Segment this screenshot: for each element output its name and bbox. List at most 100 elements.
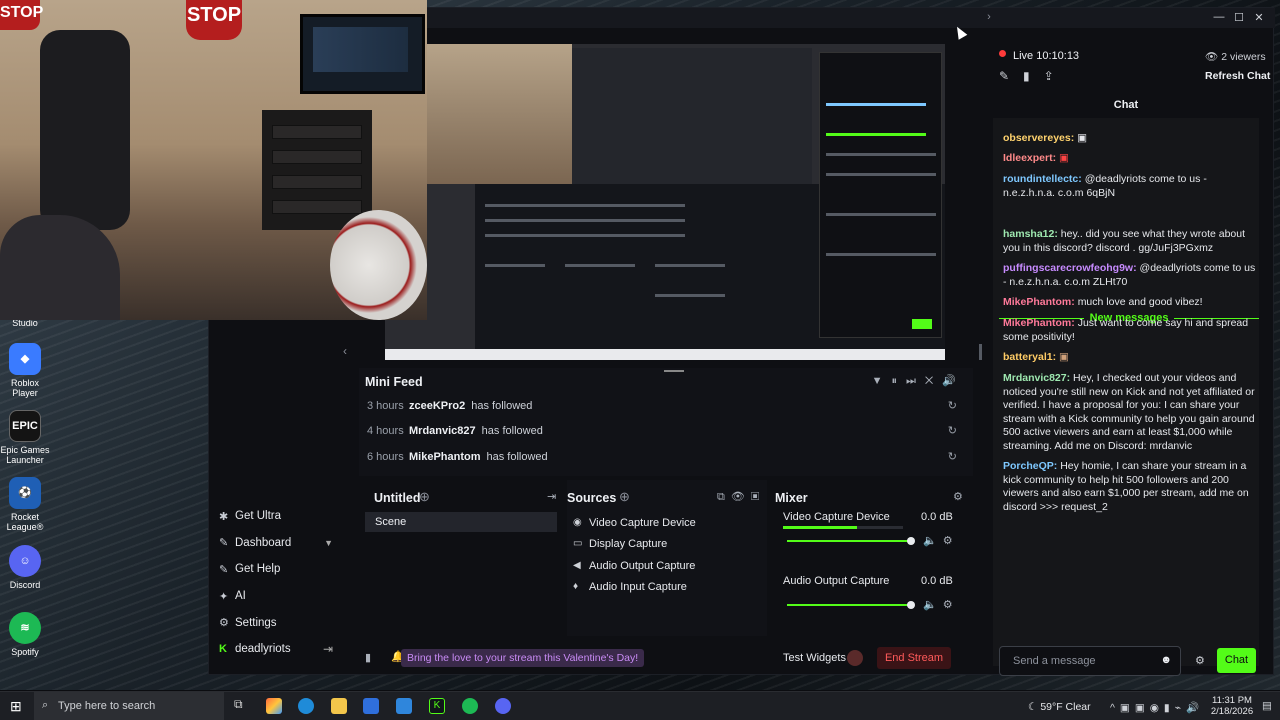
kick-studio-taskbar-icon[interactable]: K — [429, 698, 445, 714]
spotify-taskbar-icon[interactable] — [462, 698, 478, 714]
logout-icon[interactable]: ⇥ — [323, 642, 333, 656]
stats-icon[interactable]: ▮ — [365, 651, 371, 664]
desktop-icon-discord[interactable]: ☺ Discord — [0, 545, 50, 590]
source-item[interactable]: ◀ Audio Output Capture — [567, 555, 747, 577]
transition-icon[interactable]: ⇥ — [547, 490, 556, 503]
copilot-icon[interactable] — [266, 698, 282, 714]
emoji-icon[interactable]: ☻ — [1160, 654, 1172, 666]
weather-widget[interactable]: ☾ 59°F Clear — [1028, 701, 1091, 713]
source-item[interactable]: ▭ Display Capture — [567, 533, 747, 555]
resize-handle[interactable] — [979, 344, 982, 360]
chat-input[interactable]: Send a message ☻ — [999, 646, 1181, 676]
chat-message: Mrdanvic827: Hey, I checked out your vid… — [1003, 372, 1255, 452]
promo-banner[interactable]: Bring the love to your stream this Valen… — [401, 649, 645, 667]
add-source-icon[interactable]: ⊕ — [619, 489, 630, 505]
eye-icon: 👁 — [1205, 51, 1222, 63]
epic-games-icon: EPIC — [9, 410, 41, 442]
volume-knob[interactable] — [907, 537, 915, 545]
search-icon: ⌕ — [42, 699, 49, 711]
replay-alert-icon[interactable]: ↻ — [948, 450, 957, 463]
refresh-chat-button[interactable]: Refresh Chat — [1205, 70, 1270, 82]
dashboard-icon: ✎ — [219, 537, 229, 550]
minimize-button[interactable]: — — [1209, 11, 1229, 23]
record-indicator-icon[interactable] — [847, 650, 863, 666]
start-windows-icon[interactable]: ⊞ — [10, 698, 22, 715]
chat-tools[interactable]: ✎▮⇪ — [999, 69, 1068, 83]
sources-title: Sources — [567, 491, 617, 505]
collapse-chat-icon[interactable]: › — [979, 11, 999, 23]
preview-nested-capture — [572, 48, 812, 184]
channel-controls[interactable]: 🔈⚙ — [923, 534, 959, 547]
volume-slider[interactable] — [787, 604, 911, 606]
stream-preview[interactable] — [385, 44, 945, 360]
discord-taskbar-icon[interactable] — [495, 698, 511, 714]
sidebar-item-settings[interactable]: ⚙ Settings — [209, 609, 341, 636]
sidebar-item-account[interactable]: Kdeadlyriots ⇥ — [209, 636, 341, 663]
mixer-panel: Mixer ⚙ Video Capture Device 0.0 dB 🔈⚙ A… — [775, 480, 973, 636]
source-tools[interactable]: ⧉👁▣ — [717, 490, 765, 504]
taskbar-search[interactable]: ⌕ Type here to search — [34, 692, 224, 720]
emote-icon: ▣ — [1077, 132, 1088, 144]
clock[interactable]: 11:31 PM 2/18/2026 — [1208, 695, 1256, 717]
help-icon: ✎ — [219, 563, 229, 576]
streamer — [0, 215, 120, 320]
maximize-button[interactable]: ☐ — [1229, 11, 1249, 24]
source-item[interactable]: ◉ Video Capture Device — [567, 512, 747, 534]
sidebar-collapse-icon[interactable]: ‹ — [343, 344, 347, 358]
chat-message: hamsha12: hey.. did you see what they wr… — [1003, 228, 1246, 254]
hanging-jacket — [40, 30, 130, 230]
sidebar-item-ai[interactable]: ✦ AI — [209, 583, 341, 610]
windows-taskbar: ⊞ ⌕ Type here to search ⧉ K ☾ 59°F Clear … — [0, 691, 1280, 720]
mixer-settings-icon[interactable]: ⚙ — [953, 490, 963, 503]
replay-alert-icon[interactable]: ↻ — [948, 424, 957, 437]
scenes-title[interactable]: Untitled — [374, 491, 421, 505]
add-scene-icon[interactable]: ⊕ — [419, 489, 430, 505]
volume-knob[interactable] — [907, 601, 915, 609]
chat-settings-icon[interactable]: ⚙ — [1195, 654, 1205, 667]
close-button[interactable]: ✕ — [1249, 11, 1269, 24]
sidebar-item-get-help[interactable]: ✎ Get Help — [209, 556, 341, 583]
left-sidebar: ✱ Get Ultra ✎ Dashboard ▼ ✎ Get Help ✦ AI ⚙ Se… — [209, 503, 341, 673]
mixer-channel-db: 0.0 dB — [921, 511, 953, 523]
spotify-icon: ≋ — [9, 612, 41, 644]
ai-sparkle-icon: ✦ — [219, 590, 229, 603]
chevron-down-icon: ▼ — [324, 537, 333, 548]
chat-message: PorcheQP: Hey homie, I can share your st… — [1003, 460, 1249, 513]
outlook-icon[interactable] — [396, 698, 412, 714]
task-view-icon[interactable]: ⧉ — [234, 697, 250, 713]
mixer-channel-label: Audio Output Capture — [783, 575, 890, 587]
desktop-icon-rocket-league[interactable]: ⚽ Rocket League® — [0, 477, 50, 532]
desktop-icon-roblox[interactable]: ◆ Roblox Player — [0, 343, 50, 398]
sidebar-item-get-ultra[interactable]: ✱ Get Ultra — [209, 503, 341, 530]
system-tray-icons[interactable]: ^▣▣◉▮⌁🔊 — [1110, 701, 1204, 714]
sidebar-item-dashboard[interactable]: ✎ Dashboard ▼ — [209, 530, 341, 557]
desktop-icon-epic-games[interactable]: EPIC Epic Games Launcher — [0, 410, 50, 465]
replay-alert-icon[interactable]: ↻ — [948, 399, 957, 412]
drag-handle[interactable] — [664, 370, 684, 372]
hat — [330, 210, 427, 320]
feed-controls[interactable]: ▼⏸⏭✕🔊 — [872, 374, 965, 388]
file-explorer-icon[interactable] — [331, 698, 347, 714]
feed-row: 3 hours zceeKPro2 has followed ↻ — [367, 399, 957, 413]
emote-icon: ▣ — [1059, 351, 1069, 363]
mixer-title: Mixer — [775, 491, 808, 505]
source-item[interactable]: ♦ Audio Input Capture — [567, 576, 747, 598]
studio-panels: Untitled ⊕ ⇥ Scene Sources ⊕ ⧉👁▣ ◉ Video … — [359, 480, 973, 636]
channel-controls[interactable]: 🔈⚙ — [923, 598, 959, 611]
volume-slider[interactable] — [787, 540, 911, 542]
bottom-bar: ▮ 🔔 Bring the love to your stream this V… — [355, 646, 975, 670]
desktop-icon-spotify[interactable]: ≋ Spotify — [0, 612, 50, 657]
scene-item[interactable]: Scene — [365, 512, 557, 532]
chat-message: Idleexpert: ▣ — [1003, 152, 1069, 164]
kick-logo-icon: K — [219, 643, 227, 656]
test-widgets-button[interactable]: Test Widgets — [783, 652, 846, 664]
moon-icon: ☾ — [1028, 701, 1041, 713]
store-icon[interactable] — [363, 698, 379, 714]
edge-icon[interactable] — [298, 698, 314, 714]
stop-sign: STOP — [186, 0, 242, 40]
notifications-icon[interactable]: ▤ — [1262, 700, 1272, 712]
send-chat-button[interactable]: Chat — [1217, 648, 1256, 673]
stop-sign-2: STOP — [0, 0, 43, 30]
mini-feed-panel: Mini Feed ▼⏸⏭✕🔊 3 hours zceeKPro2 has foll… — [359, 368, 973, 476]
end-stream-button[interactable]: End Stream — [877, 647, 951, 669]
